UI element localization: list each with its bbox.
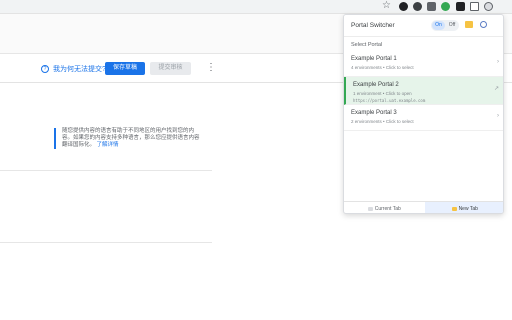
power-toggle[interactable]: On Off [431, 20, 459, 31]
toggle-on[interactable]: On [432, 21, 445, 30]
extension-icon-5[interactable] [456, 2, 465, 11]
open-mode-tabs: Current Tab New Tab [344, 201, 503, 213]
help-text: 我为何无法提交? [53, 66, 106, 73]
extension-icon-2[interactable] [413, 2, 422, 11]
star-icon[interactable]: ☆ [382, 1, 391, 11]
chevron-right-icon: › [497, 59, 499, 65]
chevron-right-icon: › [497, 113, 499, 119]
save-draft-button[interactable]: 保存草稿 [105, 62, 145, 75]
portal-meta: 4 environments • Click to select [351, 65, 414, 70]
current-tab-label: Current Tab [374, 205, 401, 212]
portal-switcher-popup: Portal Switcher On Off Select Portal Exa… [343, 14, 504, 214]
portal-name: Example Portal 2 [353, 82, 399, 88]
new-tab-label: New Tab [458, 205, 478, 212]
portal-item[interactable]: Example Portal 3 2 environments • Click … [344, 105, 503, 131]
portal-item-active[interactable]: Example Portal 2 1 environment • Click t… [344, 77, 503, 105]
help-link[interactable]: ? 我为何无法提交? [41, 64, 106, 74]
extension-icon-4[interactable] [441, 2, 450, 11]
submit-review-button[interactable]: 提交审核 [150, 62, 191, 75]
tab-new-tab[interactable]: New Tab [424, 202, 503, 213]
puzzle-icon[interactable] [470, 2, 479, 11]
extension-icon-1[interactable] [399, 2, 408, 11]
browser-toolbar: ☆ [0, 0, 512, 14]
popup-header: Portal Switcher On Off [344, 15, 503, 37]
new-tab-icon [451, 206, 457, 211]
tab-current-tab[interactable]: Current Tab [344, 202, 425, 213]
toggle-off[interactable]: Off [446, 21, 458, 30]
divider [0, 170, 212, 171]
portal-meta: 2 environments • Click to select [351, 119, 414, 124]
portal-url: https://portal.uat.example.com [353, 98, 426, 103]
settings-icon[interactable] [480, 21, 487, 28]
tab-icon [367, 206, 373, 211]
profile-icon[interactable] [484, 2, 493, 11]
more-options-icon[interactable]: ⋮ [206, 61, 216, 75]
popup-title: Portal Switcher [351, 22, 395, 29]
help-icon: ? [41, 65, 49, 73]
portal-meta: 1 environment • Click to open [353, 91, 412, 96]
folder-icon[interactable] [465, 21, 473, 28]
extension-icon-3[interactable] [427, 2, 436, 11]
divider [0, 242, 212, 243]
portal-name: Example Portal 3 [351, 110, 397, 116]
external-link-icon: ↗ [493, 86, 499, 92]
language-notice: 随您提供内容的语言有助于不同地区的用户找到您的内容。如果您的内容支持多种语言，那… [54, 128, 204, 149]
select-portal-label: Select Portal [351, 42, 383, 48]
notice-text: 随您提供内容的语言有助于不同地区的用户找到您的内容。如果您的内容支持多种语言，那… [62, 128, 200, 148]
portal-name: Example Portal 1 [351, 56, 397, 62]
portal-item[interactable]: Example Portal 1 4 environments • Click … [344, 51, 503, 77]
learn-more-link[interactable]: 了解详情 [97, 142, 119, 148]
